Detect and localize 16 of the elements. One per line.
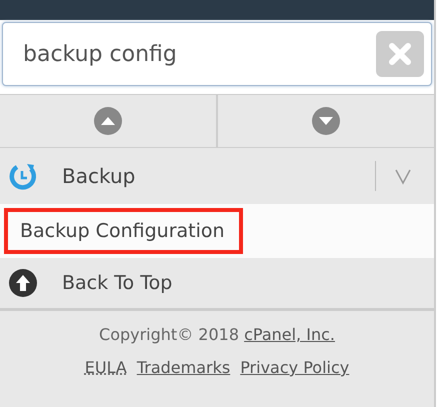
chevron-down-icon[interactable] — [394, 167, 412, 185]
copyright-text: Copyright© 2018 cPanel, Inc. — [99, 325, 335, 344]
footer-link[interactable]: EULA — [84, 358, 127, 377]
clock-refresh-icon — [8, 161, 38, 191]
footer-link[interactable]: Trademarks — [136, 358, 230, 377]
search-field[interactable]: backup config — [2, 22, 432, 86]
section-title: Backup — [62, 164, 136, 188]
search-result-item[interactable]: Backup Configuration — [4, 208, 243, 254]
arrow-down-icon — [312, 107, 340, 135]
company-link[interactable]: cPanel, Inc. — [244, 325, 335, 344]
footer-link[interactable]: Privacy Policy — [240, 358, 350, 377]
back-to-top-link[interactable]: Back To Top — [62, 272, 172, 294]
clear-button[interactable] — [376, 31, 424, 77]
arrow-up-icon — [94, 107, 122, 135]
arrow-up-icon — [8, 268, 38, 298]
close-icon — [387, 41, 413, 67]
